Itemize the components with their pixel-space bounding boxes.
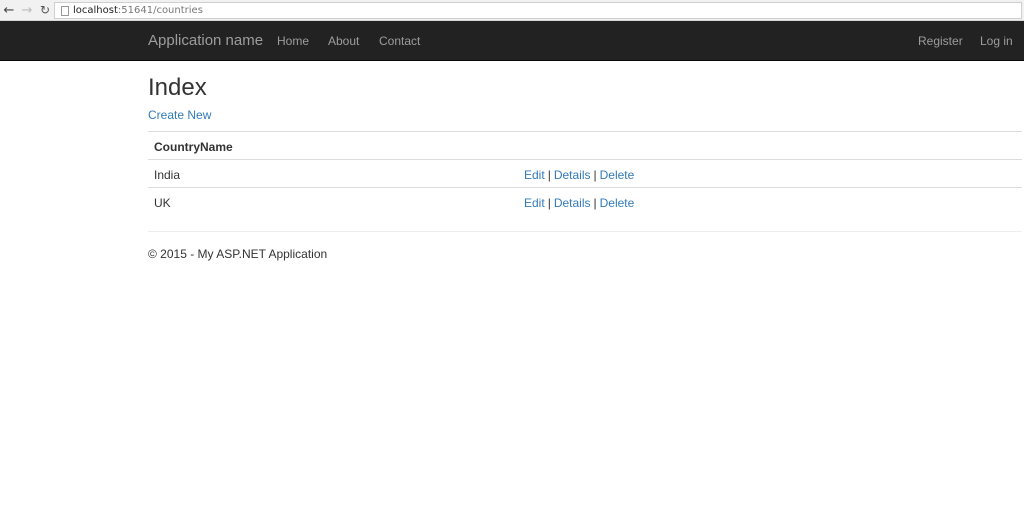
browser-toolbar: ← → ↻ localhost:51641/countries [0,0,1024,21]
nav-link-register[interactable]: Register [918,34,963,48]
column-header-countryname: CountryName [154,140,233,154]
table-row: UK Edit | Details | Delete [148,187,1022,215]
create-new-link[interactable]: Create New [148,108,211,122]
brand-link[interactable]: Application name [148,32,263,49]
nav-link-contact[interactable]: Contact [379,34,420,48]
details-link[interactable]: Details [554,168,591,182]
address-bar[interactable]: localhost:51641/countries [54,2,1022,19]
action-separator: | [547,196,551,210]
country-name-cell: India [154,168,181,182]
table-header-row: CountryName [148,131,1022,159]
action-separator: | [547,168,551,182]
country-name-cell: UK [154,196,171,210]
table-row: India Edit | Details | Delete [148,159,1022,187]
edit-link[interactable]: Edit [524,196,545,210]
row-actions: Edit | Details | Delete [524,196,634,210]
countries-table: CountryName India Edit | Details | Delete UK… [148,131,1022,215]
nav-link-login[interactable]: Log in [980,34,1013,48]
action-separator: | [593,168,597,182]
page-title: Index [148,74,207,101]
page-icon [61,5,69,16]
url-host: localhost [73,5,118,16]
nav-link-about[interactable]: About [328,34,359,48]
edit-link[interactable]: Edit [524,168,545,182]
row-actions: Edit | Details | Delete [524,168,634,182]
back-arrow-icon[interactable]: ← [0,1,18,19]
footer-divider [148,231,1022,232]
action-separator: | [593,196,597,210]
delete-link[interactable]: Delete [600,168,635,182]
url-path: :51641/countries [117,5,203,16]
nav-link-home[interactable]: Home [277,34,309,48]
footer-text: © 2015 - My ASP.NET Application [148,247,328,261]
reload-icon[interactable]: ↻ [36,1,54,19]
url-text: localhost:51641/countries [73,5,203,16]
navbar: Application name Home About Contact Regi… [0,21,1024,61]
forward-arrow-icon[interactable]: → [18,1,36,19]
details-link[interactable]: Details [554,196,591,210]
delete-link[interactable]: Delete [600,196,635,210]
